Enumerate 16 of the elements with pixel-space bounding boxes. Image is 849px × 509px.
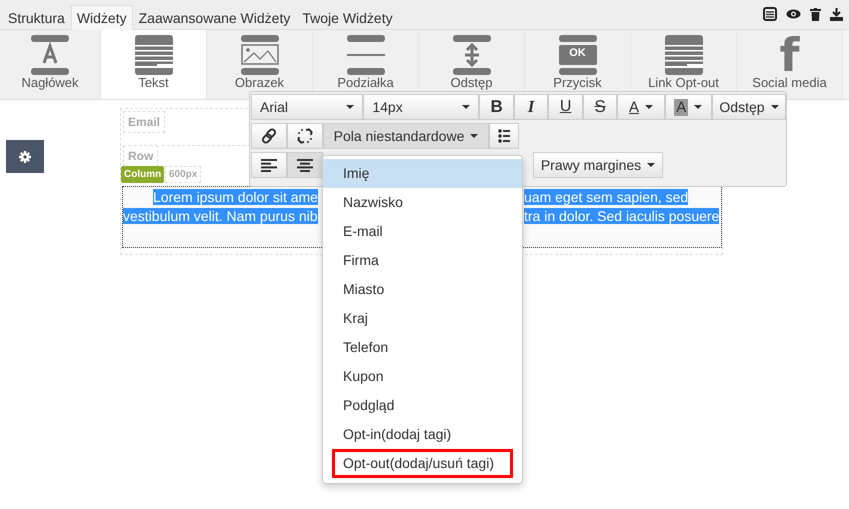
widget-label: Przycisk [553, 76, 602, 89]
widget-label: Podziałka [337, 76, 394, 89]
selected-text: tra in dolor. Sed iaculis posuere [524, 208, 720, 224]
width-tag: 600px [165, 166, 202, 183]
email-label: Email [123, 111, 166, 133]
selected-text: vestibulum velit. Nam purus nib [123, 208, 318, 224]
widget-label: Link Opt-out [648, 76, 719, 89]
column-tag: Column [121, 166, 164, 183]
widget-label: Odstęp [450, 76, 492, 89]
widget-label: Obrazek [234, 76, 284, 89]
selected-text: Lorem ipsum dolor sit ame [153, 189, 318, 205]
widget-label: Social media [752, 76, 827, 89]
widget-label: Nagłówek [21, 76, 79, 89]
widget-label: Tekst [138, 76, 169, 89]
facebook-icon: f [770, 35, 810, 75]
selected-text: uam eget sem sapien, sed [524, 189, 688, 205]
